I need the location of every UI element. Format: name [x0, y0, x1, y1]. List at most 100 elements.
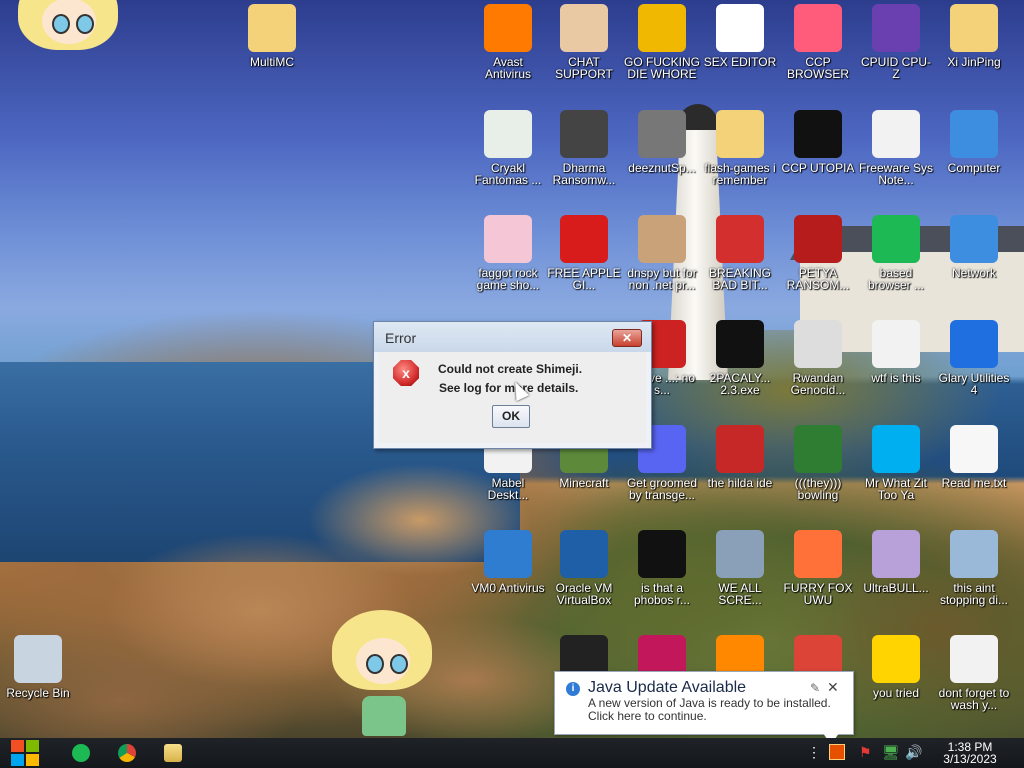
- desktop-icon[interactable]: faggot rock game sho...: [470, 215, 546, 291]
- desktop-icon[interactable]: MultiMC: [234, 4, 310, 68]
- desktop-icon[interactable]: WE ALL SCRE...: [702, 530, 778, 606]
- desktop-icon[interactable]: GO FUCKING DIE WHORE: [624, 4, 700, 80]
- desktop-icon[interactable]: CCP UTOPIA: [780, 110, 856, 174]
- firefox-icon: [794, 530, 842, 578]
- desktop-icon[interactable]: based browser ...: [858, 215, 934, 291]
- desktop-icon[interactable]: Avast Antivirus: [470, 4, 546, 80]
- portrait-icon: [638, 215, 686, 263]
- desktop-icon[interactable]: FREE APPLE GI...: [546, 215, 622, 291]
- desktop-icon[interactable]: wtf is this: [858, 320, 934, 384]
- file-explorer-icon[interactable]: [164, 744, 182, 762]
- error-dialog-close-button[interactable]: ✕: [612, 329, 642, 347]
- java-notification-title: Java Update Available: [588, 679, 747, 696]
- desktop-icon[interactable]: dnspy but for non .net pr...: [624, 215, 700, 291]
- terminal-icon: [716, 320, 764, 368]
- desktop-icon-label: Get groomed by transge...: [626, 476, 698, 502]
- wrench-icon[interactable]: ✎: [810, 681, 820, 695]
- desktop-icon[interactable]: FURRY FOX UWU: [780, 530, 856, 606]
- network-tray-icon[interactable]: 🖥: [882, 744, 900, 760]
- desktop-icon[interactable]: Cryakl Fantomas ...: [470, 110, 546, 186]
- volume-icon[interactable]: 🔊: [905, 744, 922, 760]
- info-icon: i: [566, 682, 580, 696]
- desktop-icon-label: Network: [951, 266, 996, 280]
- desktop-icon[interactable]: Network: [936, 215, 1012, 279]
- desktop-icon-label: Recycle Bin: [6, 686, 70, 700]
- doctor-icon: [560, 4, 608, 52]
- desktop-icon[interactable]: flash-games i remember: [702, 110, 778, 186]
- chrome-icon[interactable]: [118, 744, 136, 762]
- shimeji-character-top[interactable]: [18, 0, 118, 80]
- petya-skull-icon: [794, 215, 842, 263]
- desktop-icon-label: Mabel Deskt...: [487, 476, 529, 502]
- error-dialog-titlebar[interactable]: Error ✕: [374, 322, 651, 352]
- desktop-icon[interactable]: VM0 Antivirus: [470, 530, 546, 594]
- desktop-icon-label: Avast Antivirus: [484, 55, 531, 81]
- flag-icon[interactable]: ⚑: [859, 744, 875, 760]
- desktop-icon[interactable]: Rwandan Genocid...: [780, 320, 856, 396]
- desktop-icon[interactable]: Read me.txt: [936, 425, 1012, 489]
- chat-app-icon[interactable]: [72, 744, 90, 762]
- error-dialog-title: Error: [385, 330, 417, 346]
- stack-icon: [638, 110, 686, 158]
- utopia-icon: [794, 110, 842, 158]
- desktop-icon[interactable]: SEX EDITOR: [702, 4, 778, 68]
- desktop-icon[interactable]: you tried: [858, 635, 934, 699]
- java-notification-close-button[interactable]: ✕: [827, 679, 839, 696]
- user-folder-icon: [950, 4, 998, 52]
- chat-bubble-icon: [872, 215, 920, 263]
- desktop-icon[interactable]: 2PACALY... 2.3.exe: [702, 320, 778, 396]
- desktop-icon[interactable]: UltraBULL...: [858, 530, 934, 594]
- java-update-notification[interactable]: i Java Update Available ✎ ✕ A new versio…: [554, 671, 854, 745]
- star-icon: [872, 635, 920, 683]
- desktop-icon[interactable]: Glary Utilities 4: [936, 320, 1012, 396]
- desktop-icon[interactable]: is that a phobos r...: [624, 530, 700, 606]
- desktop-icon-label: GO FUCKING DIE WHORE: [624, 55, 701, 81]
- error-dialog-body: x Could not create Shimeji. See log for …: [379, 352, 646, 443]
- window-icon: [484, 110, 532, 158]
- desktop-icon[interactable]: Oracle VM VirtualBox: [546, 530, 622, 606]
- desktop-icon-label: Read me.txt: [941, 476, 1007, 490]
- desktop-icon[interactable]: CHAT SUPPORT: [546, 4, 622, 80]
- shimeji-character[interactable]: [332, 610, 432, 738]
- desktop-icon[interactable]: CCP BROWSER: [780, 4, 856, 80]
- desktop-icon[interactable]: dont forget to wash y...: [936, 635, 1012, 711]
- error-message-line1: Could not create Shimeji.: [438, 362, 583, 376]
- pc-icon: [716, 530, 764, 578]
- desktop-icon-label: deeznutSp...: [628, 161, 696, 175]
- desktop-icon[interactable]: this aint stopping di...: [936, 530, 1012, 606]
- error-message-line2: See log for more details.: [439, 381, 579, 395]
- desktop-icon[interactable]: Mr What Zit Too Ya: [858, 425, 934, 501]
- desktop-icon[interactable]: the hilda ide: [702, 425, 778, 489]
- desktop-icon-label: you tried: [872, 686, 920, 700]
- desktop-icon[interactable]: (((they))) bowling: [780, 425, 856, 501]
- desktop-icon[interactable]: Computer: [936, 110, 1012, 174]
- shield-icon: [484, 530, 532, 578]
- virtualbox-icon: [560, 530, 608, 578]
- text-file-icon: [950, 425, 998, 473]
- skype-icon: [872, 425, 920, 473]
- desktop-icon[interactable]: Dharma Ransomw...: [546, 110, 622, 186]
- desktop-icon-label: MultiMC: [250, 55, 294, 69]
- start-button[interactable]: [11, 739, 41, 767]
- avast-icon: [484, 4, 532, 52]
- desktop-icon-label: Rwandan Genocid...: [790, 371, 846, 397]
- java-tray-icon[interactable]: [829, 744, 845, 760]
- taskbar-clock[interactable]: 1:38 PM 3/13/2023: [940, 741, 1000, 765]
- ok-button[interactable]: OK: [492, 405, 530, 428]
- desktop-icon[interactable]: BREAKING BAD BIT...: [702, 215, 778, 291]
- document-icon: [872, 110, 920, 158]
- devcpp-icon: [716, 425, 764, 473]
- monitor-icon: [950, 530, 998, 578]
- desktop-icon[interactable]: deeznutSp...: [624, 110, 700, 174]
- desktop-icon-label: Computer: [947, 161, 1001, 175]
- desktop-icon[interactable]: CPUID CPU-Z: [858, 4, 934, 80]
- java-notification-message[interactable]: A new version of Java is ready to be ins…: [588, 697, 831, 723]
- desktop-icon[interactable]: Xi JinPing: [936, 4, 1012, 68]
- desktop-icon[interactable]: Freeware Sys Note...: [858, 110, 934, 186]
- overflow-icon[interactable]: ⋮: [806, 744, 822, 760]
- desktop-icon-label: WE ALL SCRE...: [718, 581, 762, 607]
- desktop-icon-label: UltraBULL...: [863, 581, 929, 595]
- desktop-icon-label: Oracle VM VirtualBox: [555, 581, 613, 607]
- desktop-icon[interactable]: PETYA RANSOM...: [780, 215, 856, 291]
- desktop-icon[interactable]: Recycle Bin: [0, 635, 76, 699]
